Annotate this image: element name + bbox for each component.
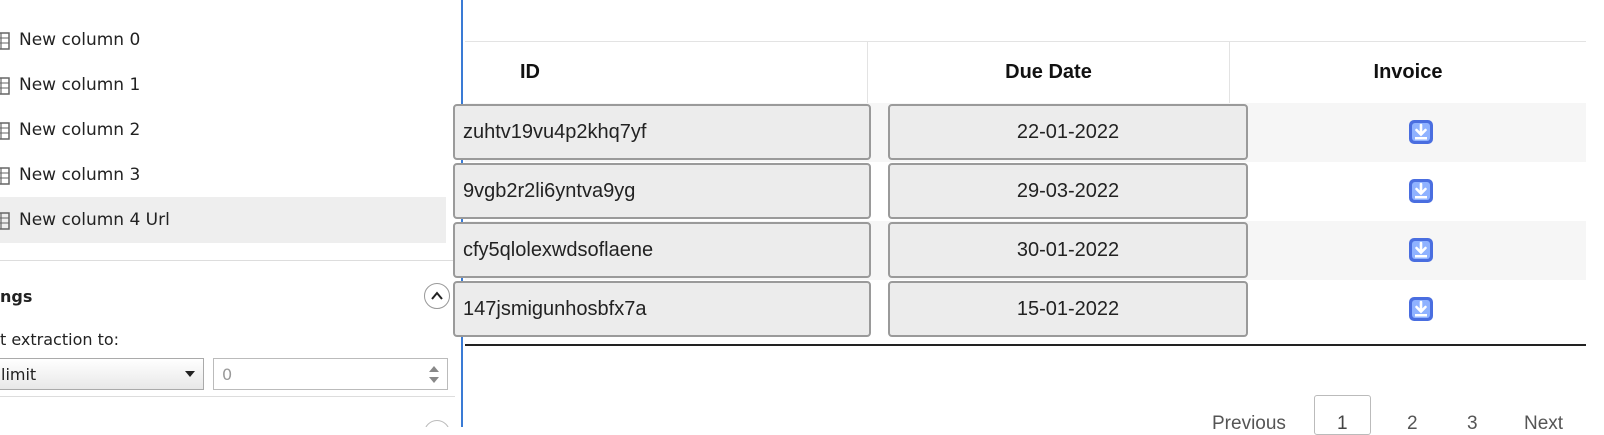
- settings-section-title: ngs: [0, 287, 33, 306]
- table-row: 147jsmigunhosbfx7a 15-01-2022: [453, 280, 1586, 340]
- header-id[interactable]: ID: [465, 42, 595, 103]
- table-row: cfy5qlolexwdsoflaene 30-01-2022: [453, 221, 1586, 281]
- column-item-4[interactable]: New column 4 Url: [0, 197, 446, 243]
- dropdown-arrow-icon: [185, 371, 195, 377]
- pagination-previous[interactable]: Previous: [1212, 413, 1286, 435]
- download-icon[interactable]: [1408, 178, 1434, 204]
- extraction-limit-label: t extraction to:: [0, 330, 120, 349]
- page-number: 1: [1337, 413, 1348, 434]
- limit-number-input[interactable]: 0: [213, 358, 448, 390]
- header-invoice[interactable]: Invoice: [1230, 42, 1586, 103]
- id-cell[interactable]: zuhtv19vu4p2khq7yf: [453, 104, 871, 160]
- spin-down-icon[interactable]: [429, 377, 439, 383]
- id-cell[interactable]: cfy5qlolexwdsoflaene: [453, 222, 871, 278]
- column-item-0[interactable]: New column 0: [0, 17, 446, 63]
- collapse-settings-button[interactable]: [424, 283, 450, 309]
- columns-panel: New column 0 New column 1 New column 2 N…: [0, 0, 463, 427]
- pagination-next[interactable]: Next: [1524, 413, 1563, 435]
- column-item-2[interactable]: New column 2: [0, 107, 446, 153]
- next-section-toggle-button[interactable]: [424, 420, 450, 427]
- column-item-label: New column 1: [19, 75, 141, 95]
- limit-select-value: limit: [1, 365, 37, 384]
- download-icon[interactable]: [1408, 119, 1434, 145]
- download-icon[interactable]: [1408, 237, 1434, 263]
- column-item-3[interactable]: New column 3: [0, 152, 446, 198]
- column-item-label: New column 0: [19, 30, 141, 50]
- invoice-table: ID Due Date Invoice zuhtv19vu4p2khq7yf 2…: [453, 41, 1586, 346]
- spin-up-icon[interactable]: [429, 366, 439, 372]
- chevron-up-icon: [431, 291, 443, 300]
- download-icon[interactable]: [1408, 296, 1434, 322]
- column-icon: [0, 212, 10, 230]
- id-cell[interactable]: 147jsmigunhosbfx7a: [453, 281, 871, 337]
- limit-number-placeholder: 0: [222, 365, 233, 384]
- pagination-page-3[interactable]: 3: [1467, 413, 1478, 435]
- due-date-cell[interactable]: 29-03-2022: [888, 163, 1248, 219]
- pagination-page-2[interactable]: 2: [1407, 413, 1418, 435]
- header-due-date[interactable]: Due Date: [868, 42, 1229, 103]
- pagination-page-1[interactable]: 1: [1314, 395, 1371, 435]
- column-item-label: New column 3: [19, 165, 141, 185]
- limit-select[interactable]: limit: [0, 358, 204, 390]
- table-row: zuhtv19vu4p2khq7yf 22-01-2022: [453, 103, 1586, 163]
- due-date-cell[interactable]: 15-01-2022: [888, 281, 1248, 337]
- column-item-label: New column 2: [19, 120, 141, 140]
- column-icon: [0, 77, 10, 95]
- divider: [0, 396, 455, 397]
- column-item-label: New column 4 Url: [19, 210, 170, 230]
- id-cell[interactable]: 9vgb2r2li6yntva9yg: [453, 163, 871, 219]
- divider: [0, 260, 455, 261]
- table-row: 9vgb2r2li6yntva9yg 29-03-2022: [453, 162, 1586, 222]
- column-icon: [0, 32, 10, 50]
- column-icon: [0, 167, 10, 185]
- column-icon: [0, 122, 10, 140]
- due-date-cell[interactable]: 22-01-2022: [888, 104, 1248, 160]
- column-item-1[interactable]: New column 1: [0, 62, 446, 108]
- due-date-cell[interactable]: 30-01-2022: [888, 222, 1248, 278]
